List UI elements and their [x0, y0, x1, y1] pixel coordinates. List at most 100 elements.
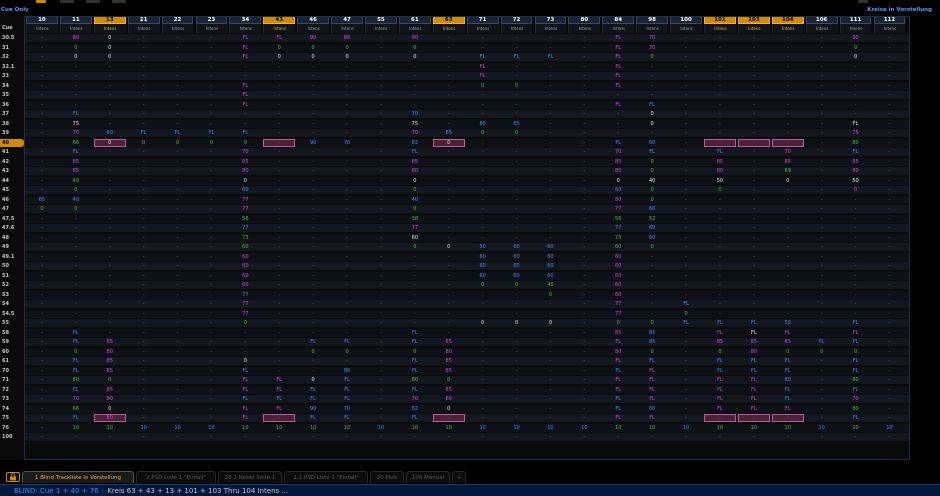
level-cell[interactable]: 0: [94, 405, 126, 413]
level-cell[interactable]: 56: [602, 215, 634, 223]
level-cell[interactable]: -: [568, 139, 600, 147]
level-cell[interactable]: 0: [399, 186, 431, 194]
level-cell[interactable]: -: [26, 424, 58, 432]
level-cell[interactable]: 0: [501, 281, 533, 289]
level-cell[interactable]: -: [94, 167, 126, 175]
level-cell[interactable]: -: [26, 319, 58, 327]
level-cell[interactable]: -: [26, 243, 58, 251]
level-cell[interactable]: FL: [602, 386, 634, 394]
level-cell[interactable]: -: [568, 129, 600, 137]
level-cell[interactable]: -: [263, 281, 295, 289]
level-cell[interactable]: -: [365, 120, 397, 128]
level-cell[interactable]: -: [772, 44, 804, 52]
tab-3[interactable]: 28.1 Nebel Seite 1: [218, 471, 282, 483]
level-cell[interactable]: -: [196, 433, 228, 441]
level-cell[interactable]: -: [501, 110, 533, 118]
level-cell[interactable]: 0: [297, 53, 329, 61]
level-cell[interactable]: 56: [229, 215, 261, 223]
level-cell[interactable]: FL: [840, 148, 872, 156]
level-cell[interactable]: 80: [93, 414, 126, 422]
level-cell[interactable]: -: [568, 167, 600, 175]
cue-number[interactable]: 54: [0, 300, 24, 308]
level-cell[interactable]: -: [772, 82, 804, 90]
level-cell[interactable]: -: [162, 167, 194, 175]
level-cell[interactable]: -: [297, 319, 329, 327]
level-cell[interactable]: -: [128, 120, 160, 128]
level-cell[interactable]: FL: [840, 120, 872, 128]
level-cell[interactable]: -: [162, 148, 194, 156]
level-cell[interactable]: -: [467, 91, 499, 99]
level-cell[interactable]: -: [263, 120, 295, 128]
level-cell[interactable]: -: [162, 224, 194, 232]
level-cell[interactable]: FL: [229, 53, 261, 61]
level-cell[interactable]: 80: [94, 395, 126, 403]
level-cell[interactable]: -: [162, 367, 194, 375]
level-cell[interactable]: -: [128, 215, 160, 223]
level-cell[interactable]: -: [399, 262, 431, 270]
level-cell[interactable]: -: [60, 272, 92, 280]
level-cell[interactable]: -: [535, 234, 567, 242]
level-cell[interactable]: -: [365, 234, 397, 242]
level-cell[interactable]: -: [128, 338, 160, 346]
level-cell[interactable]: 10: [568, 424, 600, 432]
level-cell[interactable]: -: [670, 91, 702, 99]
level-cell[interactable]: -: [365, 129, 397, 137]
cue-number[interactable]: 32.1: [0, 63, 24, 71]
level-cell[interactable]: -: [806, 376, 838, 384]
level-cell[interactable]: -: [433, 72, 465, 80]
level-cell[interactable]: 60: [229, 253, 261, 261]
level-cell[interactable]: 85: [94, 357, 126, 365]
level-cell[interactable]: -: [704, 300, 736, 308]
level-cell[interactable]: -: [162, 376, 194, 384]
level-cell[interactable]: 40: [636, 177, 668, 185]
level-cell[interactable]: 50: [704, 177, 736, 185]
level-cell[interactable]: -: [501, 224, 533, 232]
level-cell[interactable]: -: [738, 63, 770, 71]
level-cell[interactable]: -: [196, 243, 228, 251]
level-cell[interactable]: -: [128, 414, 160, 422]
level-cell[interactable]: -: [263, 196, 295, 204]
level-cell[interactable]: -: [874, 177, 906, 185]
level-cell[interactable]: -: [874, 433, 906, 441]
level-cell[interactable]: -: [365, 167, 397, 175]
level-cell[interactable]: -: [297, 129, 329, 137]
level-cell[interactable]: 38: [399, 215, 431, 223]
level-cell[interactable]: -: [399, 72, 431, 80]
level-cell[interactable]: 80: [704, 167, 736, 175]
level-cell[interactable]: 80: [738, 348, 770, 356]
lock-button[interactable]: [6, 472, 20, 482]
level-cell[interactable]: -: [297, 196, 329, 204]
cue-number[interactable]: 70: [0, 367, 24, 375]
level-cell[interactable]: -: [806, 63, 838, 71]
tab-7[interactable]: +: [452, 471, 466, 483]
level-cell[interactable]: 10: [704, 424, 736, 432]
level-cell[interactable]: -: [501, 310, 533, 318]
level-cell[interactable]: 0: [840, 186, 872, 194]
level-cell[interactable]: FL: [60, 386, 92, 394]
level-cell[interactable]: -: [670, 215, 702, 223]
level-cell[interactable]: 10: [94, 424, 126, 432]
level-cell[interactable]: -: [568, 148, 600, 156]
level-cell[interactable]: -: [297, 63, 329, 71]
level-cell[interactable]: -: [229, 338, 261, 346]
level-cell[interactable]: -: [162, 338, 194, 346]
level-cell[interactable]: 40: [399, 196, 431, 204]
level-cell[interactable]: -: [26, 310, 58, 318]
level-cell[interactable]: -: [26, 376, 58, 384]
level-cell[interactable]: -: [874, 110, 906, 118]
level-cell[interactable]: 77: [229, 205, 261, 213]
level-cell[interactable]: -: [297, 177, 329, 185]
level-cell[interactable]: FL: [263, 34, 295, 42]
level-cell[interactable]: -: [60, 291, 92, 299]
level-cell[interactable]: -: [501, 329, 533, 337]
level-cell[interactable]: 77: [229, 310, 261, 318]
level-cell[interactable]: 0: [331, 44, 363, 52]
level-cell[interactable]: -: [263, 110, 295, 118]
level-cell[interactable]: -: [263, 243, 295, 251]
level-cell[interactable]: -: [738, 34, 770, 42]
level-cell[interactable]: 70: [60, 395, 92, 403]
level-cell[interactable]: -: [365, 253, 397, 261]
level-cell[interactable]: -: [806, 386, 838, 394]
level-cell[interactable]: 77: [602, 300, 634, 308]
level-cell[interactable]: 77: [602, 205, 634, 213]
